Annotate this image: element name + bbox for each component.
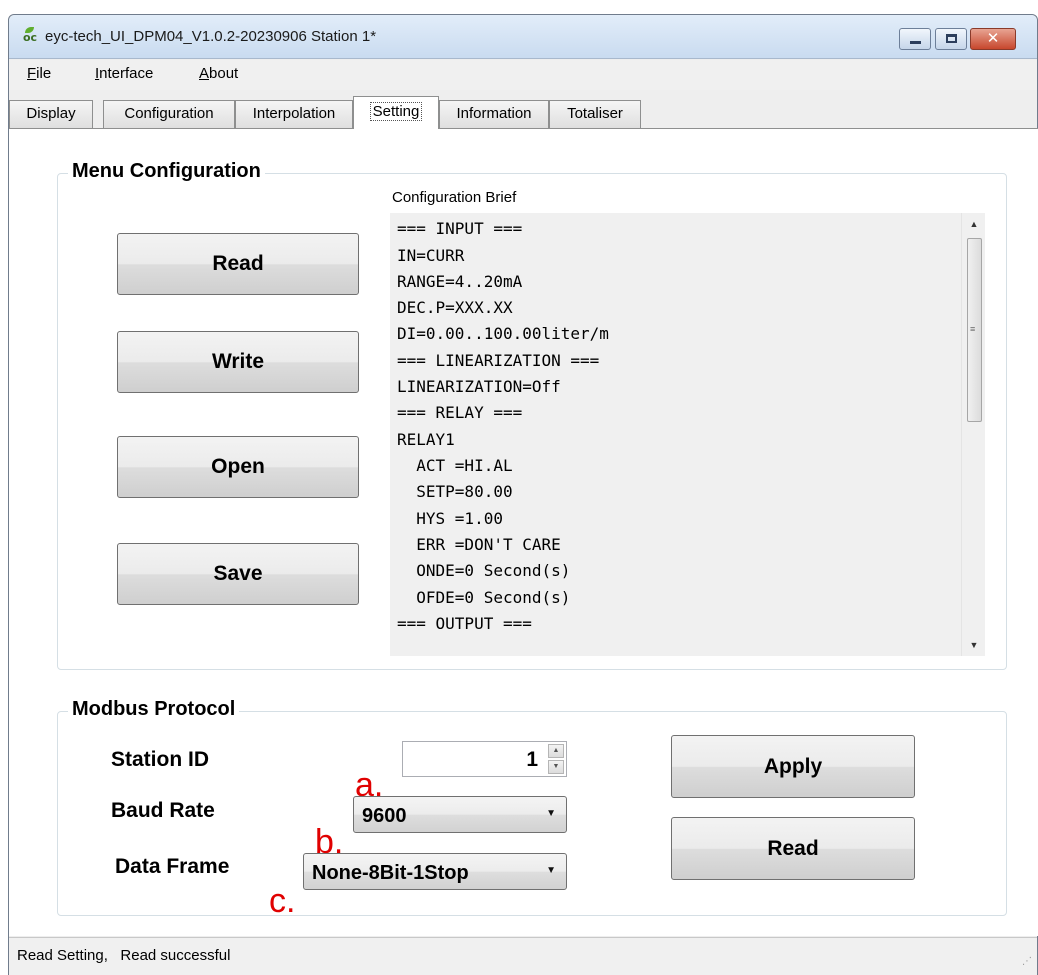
grip-icon: ≡ bbox=[970, 324, 976, 334]
brief-line: === OUTPUT === bbox=[397, 614, 532, 633]
tab-information[interactable]: Information bbox=[439, 100, 549, 128]
configuration-brief-label: Configuration Brief bbox=[392, 189, 517, 206]
read-config-button[interactable]: Read bbox=[117, 233, 359, 295]
menu-about[interactable]: About bbox=[199, 65, 238, 82]
menu-file-mnemonic: F bbox=[27, 65, 37, 82]
brief-line: SETP=80.00 bbox=[397, 482, 513, 501]
window-title: eyc-tech_UI_DPM04_V1.0.2-20230906 Statio… bbox=[45, 28, 377, 45]
annotation-c: c. bbox=[269, 882, 296, 920]
brief-line: HYS =1.00 bbox=[397, 509, 503, 528]
data-frame-value: None-8Bit-1Stop bbox=[312, 862, 469, 884]
status-message: Read Setting, Read successful bbox=[17, 947, 231, 964]
apply-button[interactable]: Apply bbox=[671, 735, 915, 798]
menu-configuration-title: Menu Configuration bbox=[68, 160, 265, 183]
eyc-logo-icon: oc bbox=[23, 27, 38, 44]
save-config-button[interactable]: Save bbox=[117, 543, 359, 605]
brief-scrollbar[interactable]: ▲ ≡ ▼ bbox=[961, 213, 985, 656]
tab-setting[interactable]: Setting bbox=[353, 96, 439, 129]
scroll-down-arrow-icon[interactable]: ▼ bbox=[962, 634, 985, 656]
tab-totaliser[interactable]: Totaliser bbox=[549, 100, 641, 128]
brief-line: RANGE=4..20mA bbox=[397, 272, 523, 291]
tab-display[interactable]: Display bbox=[9, 100, 93, 128]
minimize-icon bbox=[910, 41, 921, 44]
menu-interface-label: nterface bbox=[99, 65, 154, 82]
data-frame-combobox[interactable]: None-8Bit-1Stop ▼ bbox=[303, 853, 567, 890]
close-button[interactable]: ✕ bbox=[970, 28, 1016, 50]
brief-line: DI=0.00..100.00liter/m bbox=[397, 324, 609, 343]
brief-line: === LINEARIZATION === bbox=[397, 351, 600, 370]
data-frame-label: Data Frame bbox=[115, 855, 230, 878]
brief-line: ERR =DON'T CARE bbox=[397, 535, 561, 554]
brief-line: === INPUT === bbox=[397, 219, 523, 238]
baud-rate-value: 9600 bbox=[362, 805, 407, 827]
brief-line: LINEARIZATION=Off bbox=[397, 377, 561, 396]
station-id-spinbox[interactable]: 1 ▲ ▼ bbox=[402, 741, 567, 777]
brief-line: OFDE=0 Second(s) bbox=[397, 588, 571, 607]
resize-grip-icon[interactable]: ⋰ bbox=[1022, 956, 1032, 967]
baud-rate-combobox[interactable]: 9600 ▼ bbox=[353, 796, 567, 833]
maximize-button[interactable] bbox=[935, 28, 967, 50]
scroll-up-arrow-icon[interactable]: ▲ bbox=[962, 213, 985, 235]
maximize-icon bbox=[946, 34, 957, 43]
app-window: oc eyc-tech_UI_DPM04_V1.0.2-20230906 Sta… bbox=[8, 14, 1038, 975]
menu-about-mnemonic: A bbox=[199, 65, 210, 82]
menu-file-label: ile bbox=[36, 65, 52, 82]
station-id-label: Station ID bbox=[111, 748, 209, 771]
brief-line: RELAY1 bbox=[397, 430, 455, 449]
scrollbar-thumb[interactable]: ≡ bbox=[967, 238, 982, 422]
spin-buttons: ▲ ▼ bbox=[548, 744, 564, 774]
brief-line: DEC.P=XXX.XX bbox=[397, 298, 513, 317]
write-config-button[interactable]: Write bbox=[117, 331, 359, 393]
status-bar: Read Setting, Read successful ⋰ bbox=[9, 937, 1037, 975]
spin-up-icon[interactable]: ▲ bbox=[548, 744, 564, 758]
open-config-button[interactable]: Open bbox=[117, 436, 359, 498]
chevron-down-icon: ▼ bbox=[546, 808, 556, 819]
close-icon: ✕ bbox=[986, 30, 1000, 47]
modbus-protocol-title: Modbus Protocol bbox=[68, 698, 240, 721]
read-modbus-button[interactable]: Read bbox=[671, 817, 915, 880]
menu-interface[interactable]: Interface bbox=[95, 65, 153, 82]
minimize-button[interactable] bbox=[899, 28, 931, 50]
menu-about-label: bout bbox=[209, 65, 239, 82]
brief-line: ONDE=0 Second(s) bbox=[397, 561, 571, 580]
menu-file[interactable]: File bbox=[27, 65, 51, 82]
brief-line: === RELAY === bbox=[397, 403, 523, 422]
station-id-value: 1 bbox=[526, 748, 538, 771]
setting-panel: Menu Configuration Read Write Open Save … bbox=[9, 128, 1038, 936]
tab-setting-label: Setting bbox=[369, 102, 423, 121]
tab-configuration[interactable]: Configuration bbox=[103, 100, 235, 128]
brief-line: ACT =HI.AL bbox=[397, 456, 513, 475]
title-bar[interactable]: oc eyc-tech_UI_DPM04_V1.0.2-20230906 Sta… bbox=[9, 15, 1037, 59]
brief-line: IN=CURR bbox=[397, 246, 465, 265]
tab-interpolation[interactable]: Interpolation bbox=[235, 100, 353, 128]
chevron-down-icon: ▼ bbox=[546, 865, 556, 876]
menu-bar: File Interface About bbox=[9, 60, 1037, 90]
spin-down-icon[interactable]: ▼ bbox=[548, 760, 564, 774]
configuration-brief-textbox[interactable]: === INPUT === IN=CURR RANGE=4..20mA DEC.… bbox=[390, 213, 985, 656]
baud-rate-label: Baud Rate bbox=[111, 799, 215, 822]
